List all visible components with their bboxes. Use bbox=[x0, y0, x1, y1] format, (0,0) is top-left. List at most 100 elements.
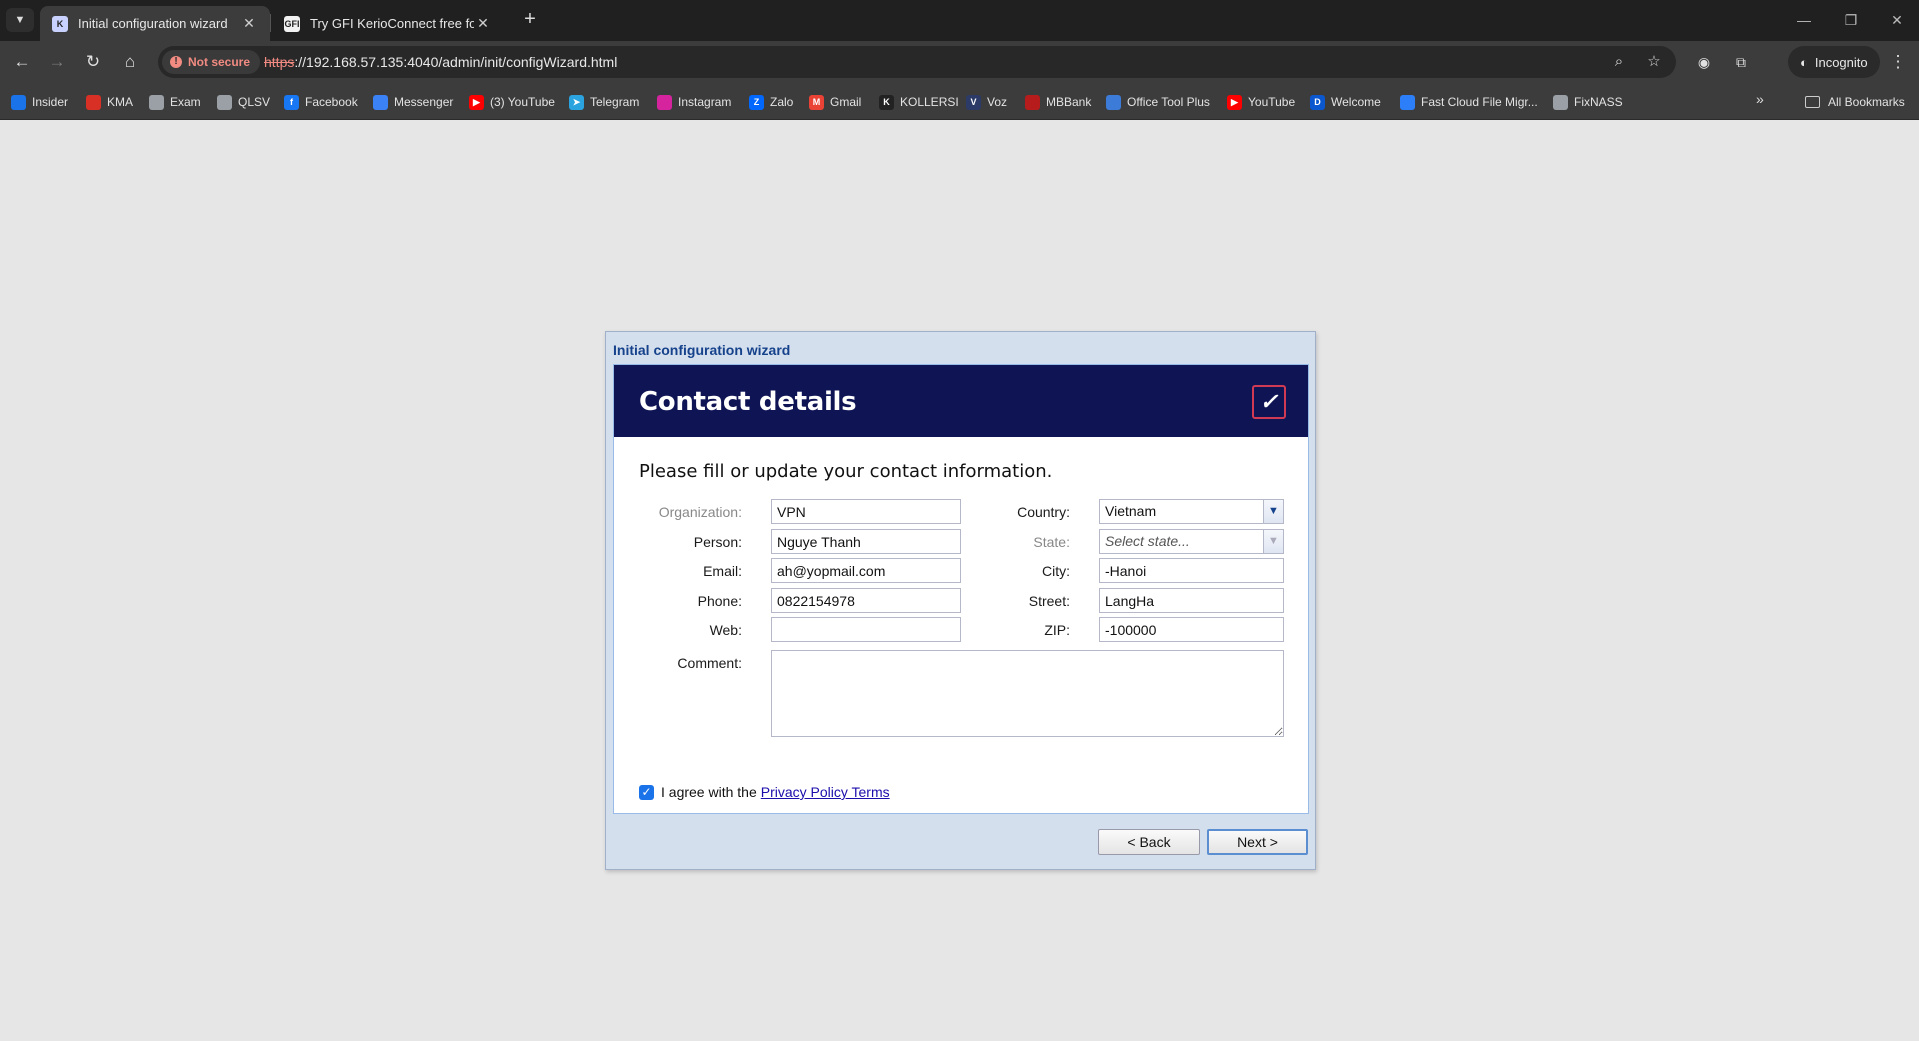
camera-icon[interactable]: ◉ bbox=[1690, 48, 1718, 76]
all-bookmarks-label: All Bookmarks bbox=[1828, 95, 1905, 109]
fast-cloud-icon bbox=[1400, 94, 1415, 110]
agree-checkbox[interactable]: ✓ bbox=[639, 784, 654, 800]
bookmark-insider[interactable]: Insider bbox=[11, 91, 68, 113]
bookmark-zalo[interactable]: Z Zalo bbox=[749, 91, 793, 113]
bookmark-label: Insider bbox=[32, 95, 69, 109]
navigation-bar: ← → ↻ ⌂ ! Not secure https://192.168.57.… bbox=[0, 41, 1919, 83]
bookmark-label: KMA bbox=[107, 95, 134, 109]
tab-gfi-keroconnect[interactable]: GFI Try GFI KerioConnect free for 30 ✕ bbox=[272, 6, 504, 41]
chevron-down-icon[interactable]: ▼ bbox=[1263, 530, 1283, 553]
gmail-icon: M bbox=[809, 94, 824, 110]
bookmark-exam[interactable]: Exam bbox=[149, 91, 201, 113]
person-label: Person: bbox=[693, 534, 742, 550]
home-icon[interactable]: ⌂ bbox=[116, 48, 144, 76]
fixnass-icon bbox=[1553, 94, 1568, 110]
agree-text: I agree with the bbox=[661, 784, 757, 800]
configuration-wizard-window: Initial configuration wizard Contact det… bbox=[605, 331, 1316, 870]
bookmark-instagram[interactable]: Instagram bbox=[657, 91, 731, 113]
dsm-icon: D bbox=[1310, 94, 1325, 110]
street-label: Street: bbox=[1028, 593, 1070, 609]
web-label: Web: bbox=[709, 622, 742, 638]
chevron-down-icon: ▼ bbox=[14, 14, 26, 26]
reload-icon[interactable]: ↻ bbox=[79, 48, 107, 76]
country-select[interactable]: Vietnam ▼ bbox=[1099, 499, 1284, 524]
state-label: State: bbox=[1033, 534, 1070, 550]
bookmark-mbbank[interactable]: MBBank bbox=[1025, 91, 1091, 113]
bookmark-label: FixNASS bbox=[1574, 95, 1623, 109]
bookmark-telegram[interactable]: ➤ Telegram bbox=[569, 91, 639, 113]
bookmark-label: Fast Cloud File Migr... bbox=[1421, 95, 1538, 109]
minimize-icon[interactable]: — bbox=[1789, 6, 1819, 34]
telegram-icon: ➤ bbox=[569, 94, 584, 110]
extensions-icon[interactable]: ⧉ bbox=[1727, 48, 1755, 76]
url-scheme: https bbox=[264, 54, 295, 70]
bookmark-kollersi[interactable]: K KOLLERSI bbox=[879, 91, 959, 113]
bookmark-office-tool-plus[interactable]: Office Tool Plus bbox=[1106, 91, 1210, 113]
bookmark-label: Telegram bbox=[590, 95, 640, 109]
close-tab-icon[interactable]: ✕ bbox=[240, 15, 258, 32]
kerio-logo-icon: ✓ bbox=[1252, 385, 1286, 419]
bookmark-kma[interactable]: KMA bbox=[86, 91, 133, 113]
browser-chrome: ▼ K Initial configuration wizard ✕ GFI T… bbox=[0, 0, 1919, 120]
close-tab-icon[interactable]: ✕ bbox=[474, 15, 492, 32]
incognito-indicator[interactable]: ◐ Incognito bbox=[1788, 46, 1880, 78]
chevron-down-icon[interactable]: ▼ bbox=[1263, 500, 1283, 523]
url-text[interactable]: https://192.168.57.135:4040/admin/init/c… bbox=[264, 54, 617, 70]
new-tab-button[interactable]: + bbox=[516, 8, 544, 32]
wizard-window-title: Initial configuration wizard bbox=[613, 342, 791, 358]
bookmark-fixnass[interactable]: FixNASS bbox=[1553, 91, 1623, 113]
state-select[interactable]: Select state... ▼ bbox=[1099, 529, 1284, 554]
bookmark-label: Zalo bbox=[770, 95, 794, 109]
bookmark-youtube-3[interactable]: ▶ (3) YouTube bbox=[469, 91, 555, 113]
bookmark-messenger[interactable]: Messenger bbox=[373, 91, 453, 113]
all-bookmarks-button[interactable]: All Bookmarks bbox=[1805, 91, 1905, 113]
zip-field[interactable] bbox=[1099, 617, 1284, 642]
street-field[interactable] bbox=[1099, 588, 1284, 613]
zoom-icon[interactable]: ⌕ bbox=[1608, 51, 1630, 73]
bookmark-voz[interactable]: V Voz bbox=[966, 91, 1007, 113]
bookmark-gmail[interactable]: M Gmail bbox=[809, 91, 861, 113]
mbbank-icon bbox=[1025, 94, 1040, 110]
privacy-policy-link[interactable]: Privacy Policy Terms bbox=[761, 784, 890, 800]
bookmark-facebook[interactable]: f Facebook bbox=[284, 91, 358, 113]
chevron-double-right-icon[interactable]: » bbox=[1756, 91, 1764, 107]
tab-strip: ▼ K Initial configuration wizard ✕ GFI T… bbox=[0, 0, 1919, 41]
restore-icon[interactable]: ❐ bbox=[1836, 6, 1866, 34]
facebook-icon: f bbox=[284, 94, 299, 110]
wizard-banner: Contact details ✓ bbox=[614, 365, 1308, 437]
exam-icon bbox=[149, 94, 164, 110]
zip-label: ZIP: bbox=[1044, 622, 1070, 638]
address-bar[interactable]: ! Not secure https://192.168.57.135:4040… bbox=[158, 46, 1676, 78]
city-field[interactable] bbox=[1099, 558, 1284, 583]
security-chip[interactable]: ! Not secure bbox=[162, 50, 261, 74]
bookmark-youtube[interactable]: ▶ YouTube bbox=[1227, 91, 1295, 113]
country-label: Country: bbox=[1017, 504, 1070, 520]
bookmark-qlsv[interactable]: QLSV bbox=[217, 91, 270, 113]
bookmark-star-icon[interactable]: ☆ bbox=[1643, 51, 1665, 73]
bookmark-label: Messenger bbox=[394, 95, 454, 109]
tab-title: Try GFI KerioConnect free for 30 bbox=[310, 16, 474, 31]
url-rest: ://192.168.57.135:4040/admin/init/config… bbox=[294, 54, 618, 70]
tab-separator bbox=[270, 14, 271, 32]
bookmark-label: QLSV bbox=[238, 95, 271, 109]
bookmark-welcome[interactable]: D Welcome bbox=[1310, 91, 1381, 113]
youtube-icon: ▶ bbox=[469, 94, 484, 110]
tab-search-button[interactable]: ▼ bbox=[6, 8, 34, 32]
insider-icon bbox=[11, 94, 26, 110]
comment-textarea[interactable] bbox=[771, 650, 1284, 737]
bookmark-label: Voz bbox=[987, 95, 1008, 109]
tab-initial-configuration-wizard[interactable]: K Initial configuration wizard ✕ bbox=[40, 6, 270, 41]
next-button[interactable]: Next > bbox=[1207, 829, 1308, 855]
bookmark-label: Instagram bbox=[678, 95, 732, 109]
back-arrow-icon[interactable]: ← bbox=[8, 48, 36, 76]
bookmark-label: Exam bbox=[170, 95, 201, 109]
back-button[interactable]: < Back bbox=[1098, 829, 1200, 855]
warning-icon: ! bbox=[170, 56, 182, 68]
tab-title: Initial configuration wizard bbox=[78, 16, 228, 31]
close-window-icon[interactable]: ✕ bbox=[1882, 6, 1912, 34]
bookmark-fast-cloud[interactable]: Fast Cloud File Migr... bbox=[1400, 91, 1538, 113]
forward-arrow-icon[interactable]: → bbox=[43, 48, 71, 76]
bookmark-label: MBBank bbox=[1046, 95, 1092, 109]
messenger-icon bbox=[373, 94, 388, 110]
menu-kebab-icon[interactable]: ⋮ bbox=[1884, 48, 1912, 76]
